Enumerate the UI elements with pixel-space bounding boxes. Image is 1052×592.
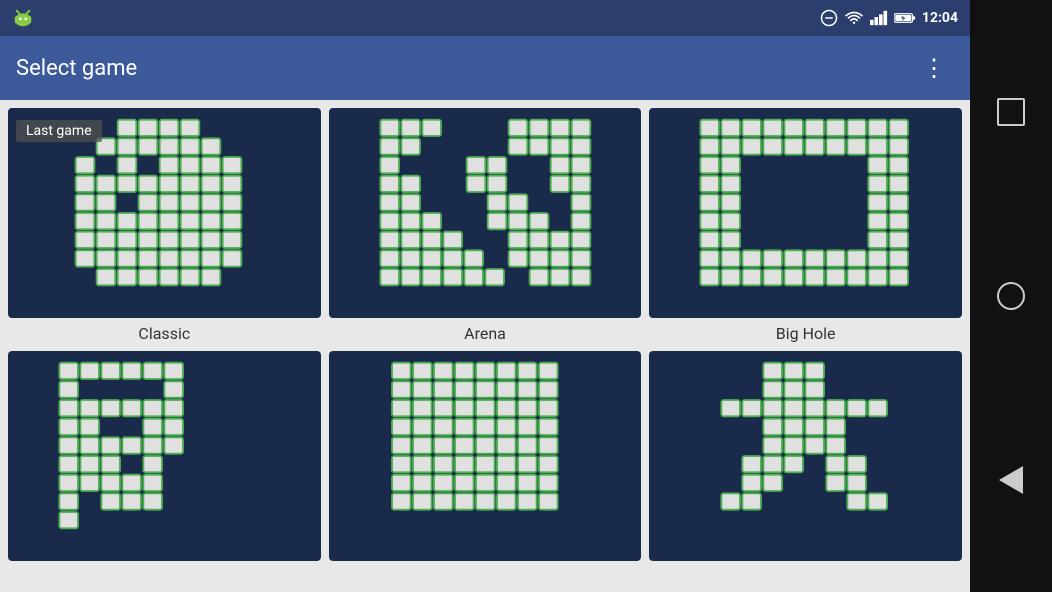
phone-area: 12:04 Select game ⋮ Last game bbox=[0, 0, 970, 592]
game-thumbnail-5 bbox=[329, 351, 642, 561]
home-button[interactable] bbox=[987, 272, 1035, 320]
back-icon bbox=[999, 466, 1023, 494]
game-card-arena[interactable]: Arena bbox=[329, 108, 642, 343]
game-label-classic: Classic bbox=[138, 324, 190, 343]
status-bar-right: 12:04 bbox=[820, 9, 958, 27]
game-thumbnail-classic: Last game bbox=[8, 108, 321, 318]
game-card-5[interactable] bbox=[329, 351, 642, 584]
recent-apps-button[interactable] bbox=[987, 88, 1035, 136]
status-bar: 12:04 bbox=[0, 0, 970, 36]
back-button[interactable] bbox=[987, 456, 1035, 504]
game-thumbnail-big-hole bbox=[649, 108, 962, 318]
app-bar: Select game ⋮ bbox=[0, 36, 970, 100]
signal-icon bbox=[870, 10, 888, 26]
time-display: 12:04 bbox=[922, 10, 958, 26]
page-title: Select game bbox=[16, 56, 137, 81]
game-thumbnail-arena bbox=[329, 108, 642, 318]
wifi-icon bbox=[844, 10, 864, 26]
dnd-icon bbox=[820, 9, 838, 27]
status-bar-left bbox=[12, 7, 34, 29]
recent-apps-icon bbox=[997, 98, 1025, 126]
game4-preview bbox=[8, 351, 321, 561]
game6-preview bbox=[649, 351, 962, 561]
game-card-classic[interactable]: Last game bbox=[8, 108, 321, 343]
last-game-badge: Last game bbox=[16, 120, 102, 142]
game-card-4[interactable] bbox=[8, 351, 321, 584]
more-options-icon[interactable]: ⋮ bbox=[914, 46, 954, 90]
android-icon bbox=[12, 7, 34, 29]
nav-bar bbox=[970, 0, 1052, 592]
game-thumbnail-6 bbox=[649, 351, 962, 561]
game-card-6[interactable] bbox=[649, 351, 962, 584]
game-label-arena: Arena bbox=[464, 324, 506, 343]
home-icon bbox=[997, 282, 1025, 310]
game-grid: Last game bbox=[0, 100, 970, 592]
game-card-big-hole[interactable]: Big Hole bbox=[649, 108, 962, 343]
game5-preview bbox=[329, 351, 642, 561]
big-hole-preview bbox=[649, 108, 962, 318]
game-label-big-hole: Big Hole bbox=[776, 324, 836, 343]
game-thumbnail-4 bbox=[8, 351, 321, 561]
battery-icon bbox=[894, 11, 916, 25]
arena-preview bbox=[329, 108, 642, 318]
